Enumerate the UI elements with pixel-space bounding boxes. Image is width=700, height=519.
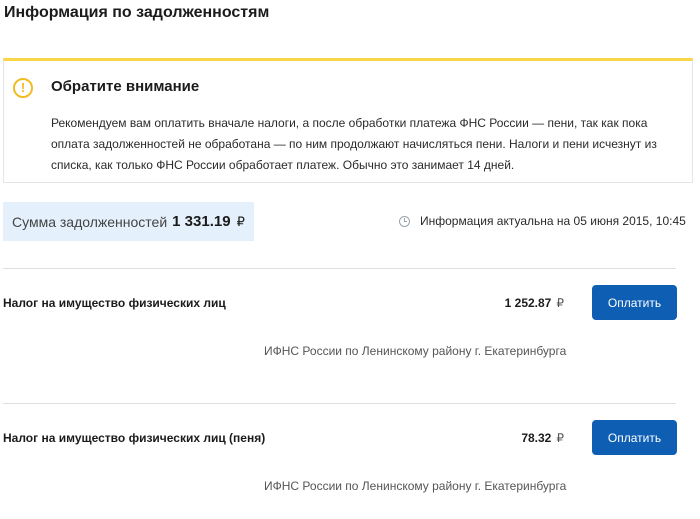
debt-name: Налог на имущество физических лиц (пеня) (3, 431, 266, 445)
clock-icon (399, 215, 410, 227)
notice-text: Рекомендуем вам оплатить вначале налоги,… (51, 116, 657, 172)
pay-button[interactable]: Оплатить (592, 420, 677, 455)
update-info-text: Информация актуальна на 05 июня 2015, 10… (420, 214, 686, 228)
notice-title: Обратите внимание (51, 78, 200, 95)
debt-amount: 1 252.87 ₽ (444, 296, 564, 310)
ruble-sign: ₽ (556, 296, 564, 310)
page-title: Информация по задолженностям (4, 4, 270, 21)
debt-amount: 78.32 ₽ (444, 431, 564, 445)
tax-office-name: ИФНС России по Ленинскому району г. Екат… (264, 344, 567, 358)
exclamation-icon: ! (13, 78, 33, 98)
divider (3, 403, 676, 404)
ruble-sign: ₽ (236, 213, 245, 229)
debt-amount-value: 78.32 (521, 431, 552, 445)
summary-amount: 1 331.19 (172, 213, 231, 230)
notice-banner: ! Обратите внимание Рекомендуем вам опла… (3, 58, 693, 183)
divider (3, 268, 676, 269)
pay-button[interactable]: Оплатить (592, 285, 677, 320)
summary-label: Сумма задолженностей (12, 213, 168, 230)
tax-office-name: ИФНС России по Ленинскому району г. Екат… (264, 479, 567, 493)
update-info: Информация актуальна на 05 июня 2015, 10… (399, 214, 686, 228)
debt-summary: Сумма задолженностей 1 331.19 ₽ (3, 202, 254, 241)
debt-name: Налог на имущество физических лиц (3, 296, 226, 310)
debt-amount-value: 1 252.87 (504, 296, 552, 310)
ruble-sign: ₽ (556, 431, 564, 445)
